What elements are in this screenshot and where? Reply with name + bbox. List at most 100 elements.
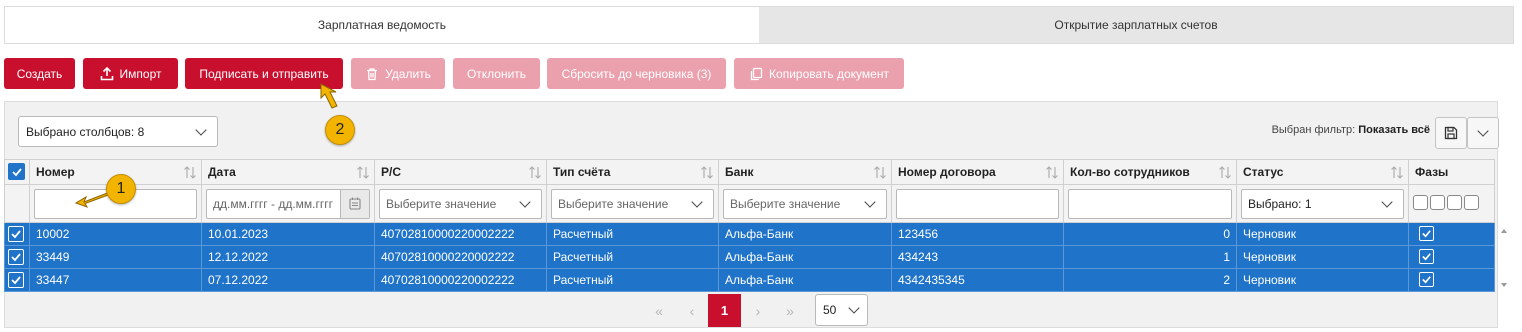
col-header-status[interactable]: Статус [1236,159,1409,185]
select-all-checkbox[interactable] [8,163,25,181]
check-icon [1422,276,1431,284]
select-placeholder: Выберите значение [730,196,841,211]
col-header-label: Статус [1243,165,1284,179]
tab-open-salary-accounts[interactable]: Открытие зарплатных счетов [759,7,1513,43]
cell-contract: 123456 [891,222,1064,246]
chevron-down-icon [1381,195,1393,208]
col-header-label: Дата [208,165,236,179]
date-range-placeholder: дд.мм.гггг - дд.мм.гггг [213,196,334,211]
employees-filter-input[interactable] [1068,188,1232,219]
filter-cell-empty [4,184,30,223]
filter-row: дд.мм.гггг - дд.мм.гггг Выберите значени… [4,184,1495,223]
filter-cell-employees [1063,184,1237,223]
col-header-label: Тип счёта [553,165,611,179]
reject-button[interactable]: Отклонить [453,58,540,89]
calendar-button[interactable] [340,189,369,218]
phase-filter-checkbox[interactable] [1413,194,1428,210]
save-filter-button[interactable] [1435,117,1467,149]
cell-bank: Альфа-Банк [718,222,892,246]
cell-contract: 434243 [891,245,1064,269]
row-checkbox[interactable] [8,248,24,265]
cell-status: Черновик [1236,268,1409,292]
upload-icon [100,66,113,80]
next-page-button[interactable]: › [744,294,772,327]
create-button[interactable]: Создать [4,58,75,89]
status-filter-select[interactable]: Выбрано: 1 [1241,188,1404,219]
filter-cell-contract [891,184,1064,223]
sort-icon [1046,166,1058,179]
columns-select[interactable]: Выбрано столбцов: 8 [18,116,218,147]
reset-to-draft-button[interactable]: Сбросить до черновика (3) [547,58,726,89]
date-range-input[interactable]: дд.мм.гггг - дд.мм.гггг [206,188,370,219]
col-header-label: Фазы [1415,165,1449,179]
cell-status: Черновик [1236,245,1409,269]
vertical-scrollbar[interactable] [1498,224,1510,294]
filter-cell-account: Выберите значение [374,184,547,223]
check-icon [1422,230,1431,238]
col-header-label: Р/С [381,165,402,179]
tab-payroll-statement[interactable]: Зарплатная ведомость [5,7,759,43]
page-size-select[interactable]: 50 [815,294,868,326]
filter-cell-date: дд.мм.гггг - дд.мм.гггг [201,184,375,223]
reject-button-label: Отклонить [466,66,527,81]
col-header-account-type[interactable]: Тип счёта [546,159,719,185]
check-icon [11,168,22,177]
phase-filter-checkbox[interactable] [1464,194,1479,210]
check-icon [11,275,21,284]
contract-filter-input[interactable] [896,188,1059,219]
filter-cell-bank: Выберите значение [718,184,892,223]
filter-menu-button[interactable] [1467,117,1499,149]
check-icon [11,252,21,261]
col-header-label: Банк [725,165,754,179]
create-button-label: Создать [16,66,63,81]
cell-account: 40702810000220002222 [374,268,547,292]
copy-document-button[interactable]: Копировать документ [734,58,904,89]
table-row[interactable]: 33449 12.12.2022 40702810000220002222 Ра… [4,245,1495,269]
type-filter-select[interactable]: Выберите значение [551,188,714,219]
first-page-button[interactable]: « [645,294,673,327]
col-header-employees[interactable]: Кол-во сотрудников [1063,159,1237,185]
cell-type: Расчетный [546,268,719,292]
bank-filter-select[interactable]: Выберите значение [723,188,887,219]
data-table: Номер Дата Р/С Тип счёта Банк Номер дого… [4,159,1495,292]
row-checkbox[interactable] [8,225,24,242]
filter-value: Показать всё [1358,124,1430,136]
col-header-phases: Фазы [1408,159,1495,185]
prev-page-button[interactable]: ‹ [678,294,706,327]
cell-employees: 0 [1063,222,1237,246]
cell-date: 07.12.2022 [201,268,375,292]
copy-document-label: Копировать документ [769,66,889,81]
row-checkbox[interactable] [8,271,24,288]
page-1-button[interactable]: 1 [708,294,741,327]
chevron-down-icon [848,302,860,314]
cell-account: 40702810000220002222 [374,222,547,246]
phase-checkbox[interactable] [1419,226,1434,241]
import-button[interactable]: Импорт [83,58,178,89]
import-button-label: Импорт [119,66,162,81]
last-page-button[interactable]: » [776,294,804,327]
cell-status: Черновик [1236,222,1409,246]
cell-date: 12.12.2022 [201,245,375,269]
table-row[interactable]: 33447 07.12.2022 40702810000220002222 Ра… [4,268,1495,292]
phase-checkbox[interactable] [1419,249,1434,264]
phase-checkbox[interactable] [1419,272,1434,287]
account-filter-select[interactable]: Выберите значение [379,188,542,219]
col-header-label: Номер [36,165,75,179]
status-filter-value: Выбрано: 1 [1248,196,1312,211]
col-header-label: Кол-во сотрудников [1070,165,1190,179]
cell-employees: 2 [1063,268,1237,292]
chevron-down-icon [1477,125,1489,137]
check-icon [11,229,21,238]
delete-button[interactable]: Удалить [351,58,445,89]
phase-filter-checkbox[interactable] [1447,194,1462,210]
chevron-down-icon [691,195,703,208]
col-header-date[interactable]: Дата [201,159,375,185]
annotation-badge-1: 1 [106,174,136,204]
table-row[interactable]: 10002 10.01.2023 40702810000220002222 Ра… [4,222,1495,246]
col-header-contract[interactable]: Номер договора [891,159,1064,185]
annotation-badge-2: 2 [325,115,355,145]
phase-filter-checkbox[interactable] [1430,194,1445,210]
columns-select-value: Выбрано столбцов: 8 [26,124,145,139]
col-header-account[interactable]: Р/С [374,159,547,185]
col-header-bank[interactable]: Банк [718,159,892,185]
